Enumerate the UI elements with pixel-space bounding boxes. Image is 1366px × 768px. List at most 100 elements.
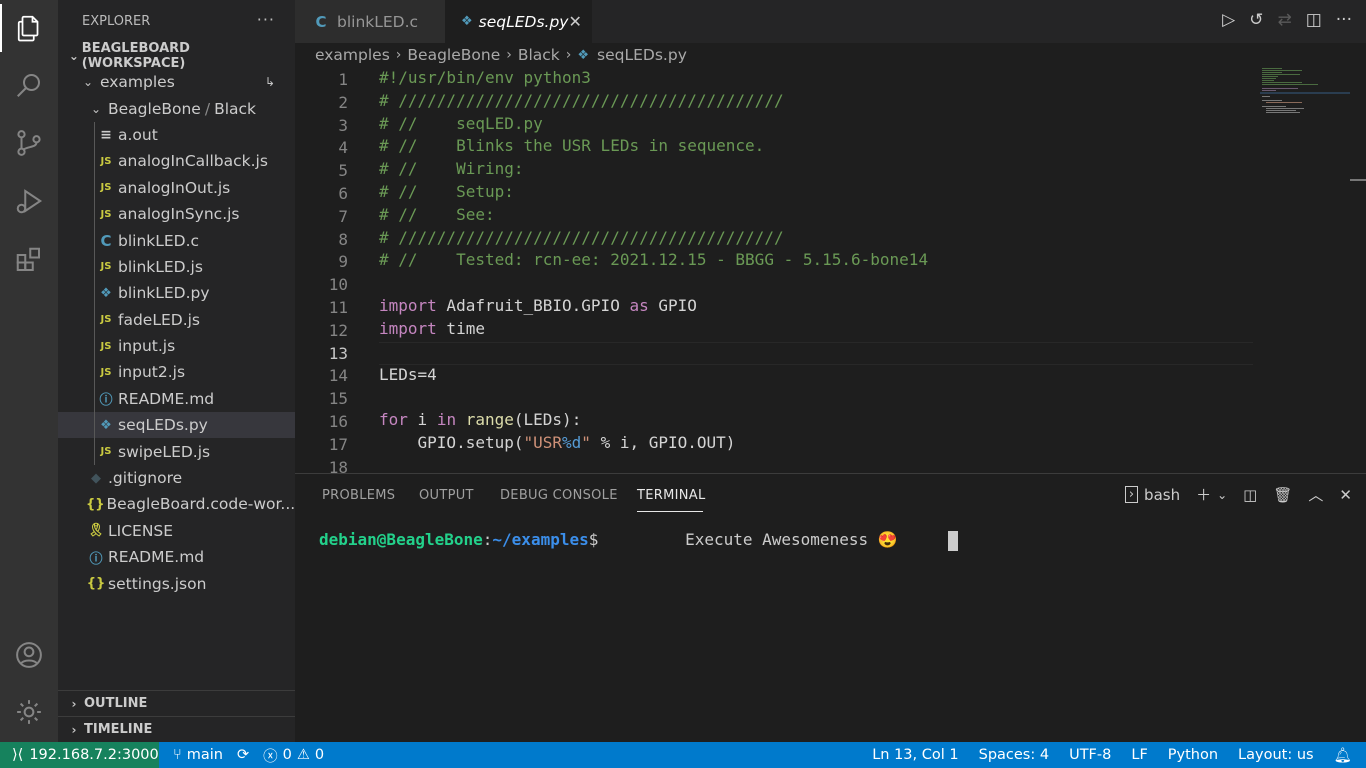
file-label: LICENSE — [108, 521, 174, 540]
file-label: README.md — [118, 389, 215, 408]
file-item[interactable]: ❖ blinkLED.py — [58, 280, 295, 307]
javascript-file-icon: JS — [100, 446, 112, 458]
sync-button[interactable]: ⟳ — [237, 747, 249, 763]
workspace-title[interactable]: ⌄ BEAGLEBOARD (WORKSPACE) — [58, 41, 295, 71]
file-item[interactable]: ◆ .gitignore — [58, 465, 295, 491]
end-of-line[interactable]: LF — [1131, 747, 1147, 763]
file-label: analogInSync.js — [118, 205, 240, 224]
breadcrumb-item[interactable]: seqLEDs.py — [597, 46, 687, 64]
editor-tab-bar: C blinkLED.c ❖ seqLEDs.py ✕ ▷ ↺ ⇄ ◫ ··· — [295, 0, 1366, 43]
root-file-list: ◆ .gitignore{} BeagleBoard.code-wor... 🎗 LIC… — [58, 465, 295, 597]
line-number: 7 — [338, 206, 348, 226]
file-item[interactable]: CblinkLED.c — [58, 227, 295, 254]
file-item[interactable]: ⓘ README.md — [58, 385, 295, 413]
more-actions-icon[interactable]: ··· — [257, 10, 275, 29]
file-item[interactable]: {} BeagleBoard.code-wor... — [58, 491, 295, 517]
folder-beaglebone-black[interactable]: ⌄ BeagleBone / Black — [58, 95, 295, 121]
timeline-history-icon[interactable]: ↺ — [1249, 10, 1263, 30]
chevron-down-icon[interactable]: ⌄ — [1217, 488, 1227, 502]
scrollbar-marker — [1350, 179, 1366, 181]
javascript-file-icon: JS — [100, 155, 112, 167]
javascript-file-icon: JS — [100, 261, 112, 273]
remote-indicator[interactable]: ⟩⟨ 192.168.7.2:3000 — [0, 742, 159, 768]
line-number: 13 — [328, 343, 348, 363]
source-control-icon[interactable] — [0, 119, 58, 167]
file-item[interactable]: JS fadeLED.js — [58, 306, 295, 333]
problems-indicator[interactable]: ⓧ 0 ⚠ 0 — [263, 745, 324, 766]
cursor-position[interactable]: Ln 13, Col 1 — [872, 747, 958, 763]
error-icon: ⓧ — [263, 748, 278, 765]
tab-output[interactable]: OUTPUT — [419, 488, 474, 503]
breadcrumb-item[interactable]: BeagleBone — [407, 46, 500, 64]
code-line: # //////////////////////////////////////… — [379, 91, 784, 110]
file-item[interactable]: JS input2.js — [58, 359, 295, 386]
file-label: blinkLED.js — [118, 257, 203, 276]
file-item[interactable]: ⓘ README.md — [58, 544, 295, 570]
tab-blinkled-c[interactable]: C blinkLED.c — [295, 0, 445, 43]
info-file-icon: ⓘ — [99, 393, 113, 409]
file-item[interactable]: JS input.js — [58, 332, 295, 360]
split-editor-icon[interactable]: ◫ — [1306, 10, 1322, 30]
python-file-icon: ❖ — [100, 285, 112, 301]
timeline-section[interactable]: › TIMELINE — [58, 716, 295, 742]
file-item[interactable]: ≡ a.out — [58, 121, 295, 149]
file-item[interactable]: JS analogInOut.js — [58, 174, 295, 201]
extensions-icon[interactable] — [0, 236, 58, 284]
explorer-sidebar: EXPLORER ··· ⌄ BEAGLEBOARD (WORKSPACE) ⌄… — [58, 0, 295, 742]
search-icon[interactable] — [0, 61, 58, 109]
terminal-icon: › — [1124, 486, 1139, 503]
file-label: input2.js — [118, 363, 186, 382]
file-item[interactable]: JS analogInCallback.js — [58, 148, 295, 175]
trash-icon[interactable]: 🗑 — [1273, 486, 1292, 504]
tab-terminal[interactable]: TERMINAL — [637, 488, 706, 503]
tab-label: blinkLED.c — [337, 12, 419, 31]
maximize-panel-icon[interactable]: ︿ — [1308, 484, 1323, 505]
file-label: analogInOut.js — [118, 178, 231, 197]
accounts-icon[interactable] — [0, 631, 58, 679]
prompt-end: $ — [588, 530, 599, 549]
file-item[interactable]: JS blinkLED.js — [58, 253, 295, 281]
indentation[interactable]: Spaces: 4 — [979, 747, 1049, 763]
notifications-bell-icon[interactable]: 🔔︎ — [1334, 747, 1352, 764]
file-item[interactable]: {} settings.json — [58, 570, 295, 596]
breadcrumb-item[interactable]: examples — [315, 46, 390, 64]
file-item[interactable]: JS swipeLED.js — [58, 438, 295, 465]
javascript-file-icon: JS — [100, 340, 112, 352]
run-icon[interactable]: ▷ — [1222, 10, 1235, 30]
close-icon[interactable]: ✕ — [569, 12, 582, 31]
more-actions-icon[interactable]: ··· — [1336, 10, 1352, 30]
file-label: a.out — [118, 125, 158, 144]
run-debug-icon[interactable] — [0, 177, 58, 225]
prompt-user: debian@BeagleBone — [319, 530, 483, 549]
breadcrumb-item[interactable]: Black — [518, 46, 560, 64]
tab-seqleds-py[interactable]: ❖ seqLEDs.py ✕ — [445, 0, 592, 43]
terminal-prompt-line[interactable]: debian@BeagleBone:~/examples$ Execute Aw… — [319, 530, 958, 551]
explorer-icon[interactable] — [0, 4, 58, 52]
timeline-label: TIMELINE — [84, 722, 153, 737]
json-file-icon: {} — [86, 496, 105, 512]
file-item[interactable]: ❖ seqLEDs.py — [58, 412, 295, 439]
javascript-file-icon: JS — [100, 182, 112, 194]
settings-gear-icon[interactable] — [0, 688, 58, 736]
terminal-selector[interactable]: › bash — [1124, 486, 1180, 504]
code-editor[interactable]: 1 2 3 4 5 6 7 8 9 10 11 12 13 14 15 16 17 18 #!/usr/bin/e… — [295, 66, 1366, 473]
terminal-cursor — [947, 530, 958, 551]
folder-examples[interactable]: ⌄ examples ↳ — [58, 69, 295, 95]
split-terminal-icon[interactable]: ◫ — [1243, 486, 1257, 504]
outline-section[interactable]: › OUTLINE — [58, 690, 295, 716]
sync-icon: ⟳ — [236, 747, 250, 763]
keyboard-layout[interactable]: Layout: us — [1238, 747, 1314, 763]
file-item[interactable]: 🎗 LICENSE — [58, 518, 295, 544]
new-terminal-icon[interactable]: ＋ — [1196, 484, 1211, 505]
tab-debug-console[interactable]: DEBUG CONSOLE — [500, 488, 618, 503]
language-mode[interactable]: Python — [1168, 747, 1218, 763]
file-label: .gitignore — [108, 469, 183, 488]
file-item[interactable]: JS analogInSync.js — [58, 200, 295, 228]
tab-problems[interactable]: PROBLEMS — [322, 488, 395, 503]
close-panel-icon[interactable]: ✕ — [1339, 486, 1352, 504]
branch-indicator[interactable]: ⑂ main — [173, 747, 223, 763]
code-line: #!/usr/bin/env python3 — [379, 68, 591, 87]
encoding[interactable]: UTF-8 — [1069, 747, 1111, 763]
compare-icon[interactable]: ⇄ — [1277, 10, 1291, 30]
minimap[interactable] — [1260, 66, 1350, 186]
